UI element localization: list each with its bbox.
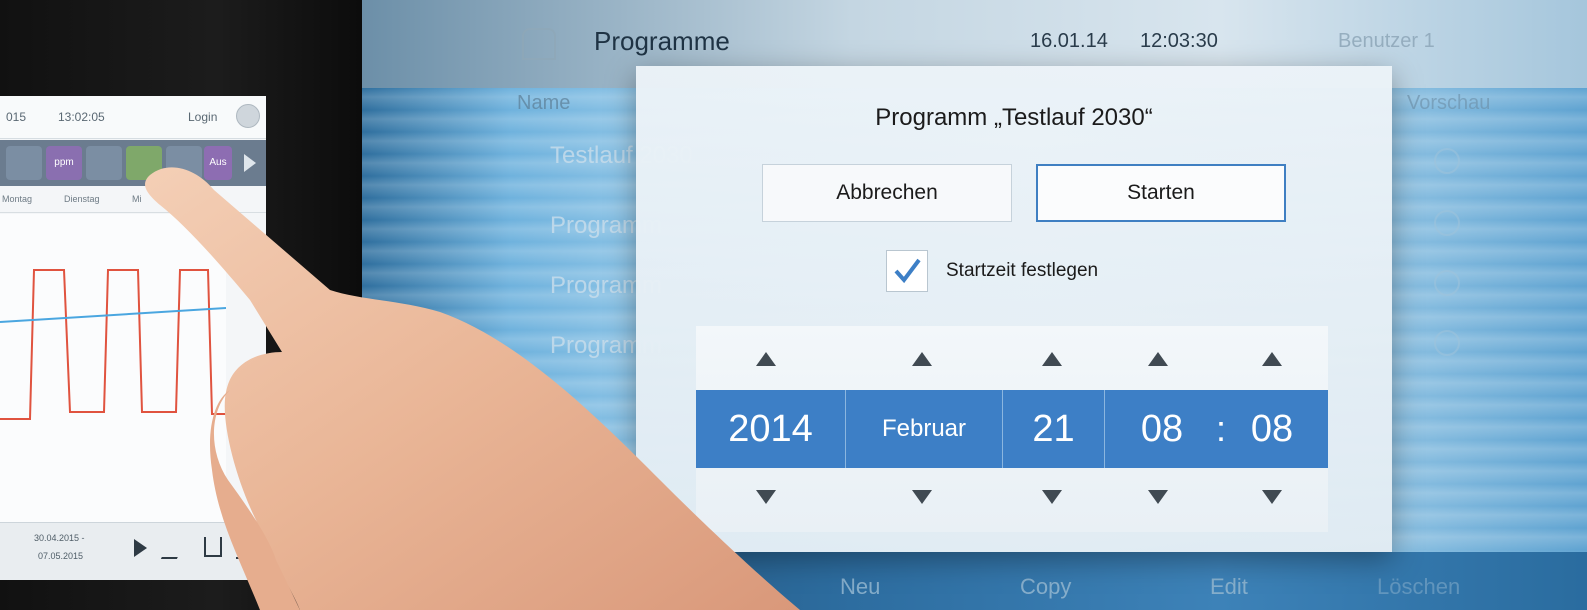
checkmark-icon	[894, 258, 921, 284]
copy-button[interactable]: Copy	[1020, 574, 1071, 600]
hour-value[interactable]: 08	[1126, 390, 1198, 468]
header-date: 16.01.14	[1030, 30, 1108, 52]
year-up-arrow-icon[interactable]	[756, 352, 776, 366]
datetime-picker: 2014 Februar 21 08 : 08	[696, 326, 1328, 532]
year-down-arrow-icon[interactable]	[756, 490, 776, 504]
year-value[interactable]: 2014	[696, 390, 845, 468]
day-down-arrow-icon[interactable]	[1042, 490, 1062, 504]
device-time: 13:02:05	[58, 110, 105, 124]
device-header: 015 13:02:05 Login	[0, 96, 266, 139]
device-login[interactable]: Login	[188, 110, 217, 124]
day-up-arrow-icon[interactable]	[1042, 352, 1062, 366]
device-screen: 015 13:02:05 Login ppm Aus Montag Dienst…	[0, 96, 266, 580]
magnifier-icon[interactable]	[1434, 148, 1460, 174]
cancel-button[interactable]: Abbrechen	[762, 164, 1012, 222]
column-name-header: Name	[517, 92, 571, 114]
download-icon[interactable]	[204, 537, 222, 557]
new-button[interactable]: Neu	[840, 574, 880, 600]
column-preview-header: Vorschau	[1407, 92, 1491, 114]
user-icon[interactable]	[236, 104, 260, 128]
month-value[interactable]: Februar	[846, 390, 1002, 468]
month-down-arrow-icon[interactable]	[912, 490, 932, 504]
co2-icon[interactable]	[6, 146, 42, 180]
delete-button[interactable]: Löschen	[1377, 574, 1460, 600]
next-arrow-icon[interactable]	[244, 154, 256, 172]
app-title: Programme	[594, 26, 730, 56]
minute-up-arrow-icon[interactable]	[1262, 352, 1282, 366]
aus-icon[interactable]: Aus	[204, 146, 232, 180]
day-label: Dienstag	[64, 194, 100, 204]
menu-icon[interactable]	[236, 535, 254, 559]
start-time-checkbox[interactable]	[886, 250, 928, 292]
home-icon[interactable]	[522, 28, 556, 60]
day-label: Mi	[132, 194, 142, 204]
dialog-title: Programm „Testlauf 2030“	[875, 104, 1153, 131]
gauge-icon[interactable]	[166, 146, 202, 180]
checkbox-label: Startzeit festlegen	[946, 260, 1099, 281]
header-user[interactable]: Benutzer 1	[1338, 30, 1435, 53]
picker-divider	[1104, 390, 1105, 468]
device-trend-chart	[0, 214, 227, 534]
play-icon[interactable]	[134, 539, 147, 557]
minute-value[interactable]: 08	[1236, 390, 1308, 468]
fan-icon[interactable]	[86, 146, 122, 180]
header-time: 12:03:30	[1140, 30, 1218, 52]
month-up-arrow-icon[interactable]	[912, 352, 932, 366]
start-button[interactable]: Starten	[1036, 164, 1286, 222]
minute-down-arrow-icon[interactable]	[1262, 490, 1282, 504]
program-start-dialog: Programm „Testlauf 2030“ Abbrechen Start…	[636, 66, 1392, 552]
range-end: 07.05.2015	[38, 551, 84, 561]
device-bottom-bar: 30.04.2015 - 07.05.2015	[0, 522, 266, 580]
ppm-icon[interactable]: ppm	[46, 146, 82, 180]
device-icon-bar: ppm Aus	[0, 140, 266, 186]
trend-chart-svg	[0, 269, 227, 420]
hour-down-arrow-icon[interactable]	[1148, 490, 1168, 504]
hour-up-arrow-icon[interactable]	[1148, 352, 1168, 366]
day-value[interactable]: 21	[1003, 390, 1104, 468]
device-date: 015	[6, 110, 27, 124]
edit-button[interactable]: Edit	[1210, 574, 1248, 600]
device-day-labels: Montag Dienstag Mi	[0, 188, 266, 213]
percent-icon[interactable]	[126, 146, 162, 180]
trend-line-red	[0, 269, 226, 420]
sign-icon[interactable]	[160, 537, 188, 559]
magnifier-icon[interactable]	[1434, 330, 1460, 356]
day-label: Montag	[2, 194, 33, 204]
range-start: 30.04.2015 -	[34, 533, 85, 543]
magnifier-icon[interactable]	[1434, 210, 1460, 236]
touch-device-bezel: 015 13:02:05 Login ppm Aus Montag Dienst…	[0, 0, 362, 610]
time-separator: :	[1215, 408, 1226, 449]
magnifier-icon[interactable]	[1434, 270, 1460, 296]
percent-axis-label: %	[242, 414, 257, 431]
